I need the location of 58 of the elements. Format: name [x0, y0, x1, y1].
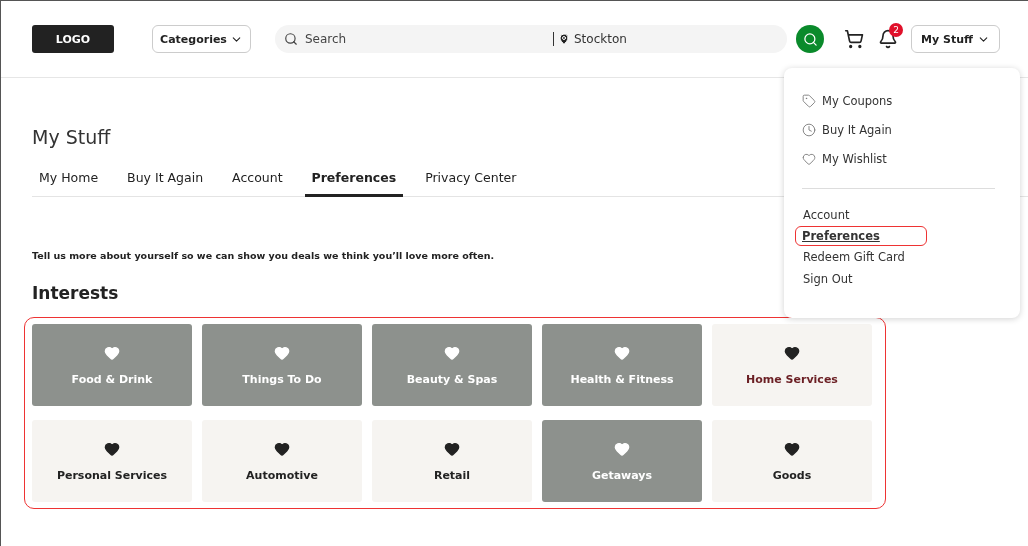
heart-icon [444, 440, 460, 457]
menu-item[interactable]: Account [802, 204, 851, 226]
heart-icon [802, 151, 816, 166]
search-field[interactable]: Search Stockton [275, 25, 787, 53]
interest-tile[interactable]: Home Services [712, 324, 872, 406]
page-title: My Stuff [32, 126, 111, 148]
interest-tile[interactable]: Goods [712, 420, 872, 502]
menu-item[interactable]: Preferences [795, 226, 927, 246]
categories-button[interactable]: Categories [152, 25, 251, 53]
menu-item-label: Buy It Again [822, 122, 892, 137]
search-button[interactable] [796, 25, 824, 53]
interest-tile[interactable]: Automotive [202, 420, 362, 502]
location-pin-icon [558, 33, 570, 45]
heart-icon [274, 344, 290, 361]
tile-label: Health & Fitness [570, 372, 674, 386]
tile-label: Things To Do [242, 372, 322, 386]
menu-item[interactable]: Redeem Gift Card [802, 246, 906, 268]
heart-icon [104, 440, 120, 457]
tile-label: Home Services [746, 372, 838, 386]
cart-button[interactable] [844, 29, 864, 49]
logo[interactable]: LOGO [32, 25, 114, 53]
search-icon [284, 32, 298, 46]
heart-icon [614, 344, 630, 361]
heart-icon [104, 344, 120, 361]
tile-label: Retail [433, 468, 471, 482]
menu-item[interactable]: My Coupons [802, 86, 893, 115]
menu-item[interactable]: Sign Out [802, 268, 854, 290]
heart-icon [274, 440, 290, 457]
tab[interactable]: My Home [32, 170, 106, 197]
menu-item[interactable]: Buy It Again [802, 115, 892, 144]
tile-label: Getaways [591, 468, 653, 482]
menu-item-label: My Coupons [822, 93, 893, 108]
tile-label: Goods [772, 468, 812, 482]
notification-badge: 2 [889, 23, 903, 37]
account-button[interactable]: My Stuff [911, 25, 1000, 53]
heart-icon [444, 344, 460, 361]
tile-label: Personal Services [56, 468, 168, 482]
tile-label: Beauty & Spas [406, 372, 498, 386]
clock-icon [802, 122, 816, 137]
tag-icon [802, 93, 816, 108]
location-text[interactable]: Stockton [574, 32, 627, 46]
cart-icon [844, 29, 864, 49]
heart-icon [784, 344, 800, 361]
tab[interactable]: Privacy Center [418, 170, 524, 197]
tab[interactable]: Buy It Again [120, 170, 211, 197]
section-title: Interests [32, 283, 119, 303]
menu-item-label: My Wishlist [822, 151, 887, 166]
search-icon [802, 31, 818, 47]
tile-label: Automotive [246, 468, 318, 482]
interest-tile[interactable]: Personal Services [32, 420, 192, 502]
tab[interactable]: Account [225, 170, 290, 197]
interest-tile[interactable]: Retail [372, 420, 532, 502]
tab[interactable]: Preferences [304, 170, 404, 197]
heart-icon [784, 440, 800, 457]
menu-item[interactable]: My Wishlist [802, 144, 887, 173]
intro-text: Tell us more about yourself so we can show you deals we think you’ll love more often. [32, 250, 495, 261]
tile-label: Food & Drink [71, 372, 153, 386]
heart-icon [614, 440, 630, 457]
